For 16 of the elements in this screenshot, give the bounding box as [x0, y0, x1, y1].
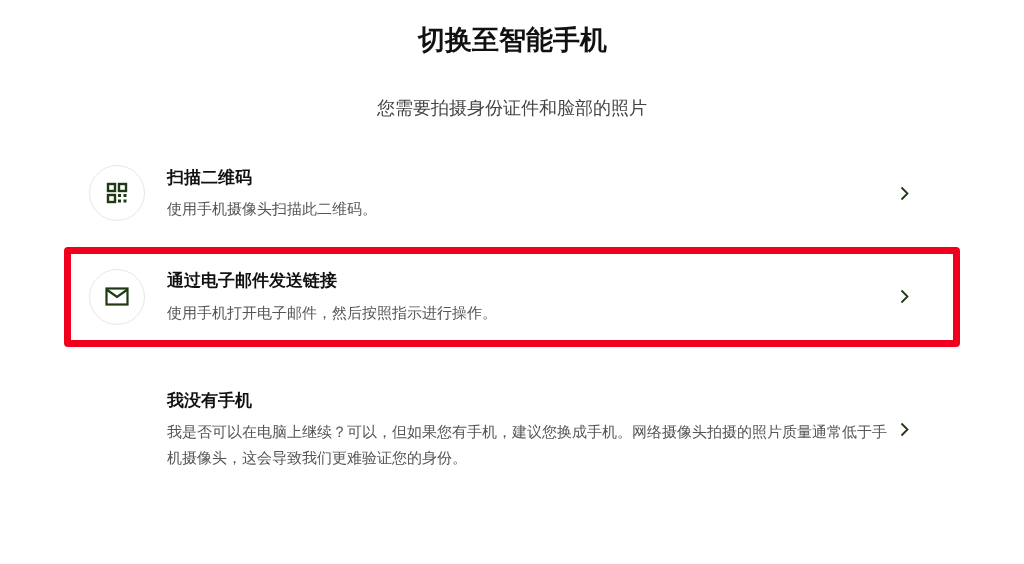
chevron-right-icon [900, 289, 909, 305]
chevron-right-icon [900, 185, 909, 201]
option-title: 扫描二维码 [167, 166, 253, 189]
page-subtitle: 您需要拍摄身份证件和脸部的照片 [377, 96, 647, 120]
option-title: 我没有手机 [167, 389, 253, 412]
chevron-right-icon [900, 421, 909, 437]
option-description: 使用手机摄像头扫描此二维码。 [167, 199, 378, 219]
option-title: 通过电子邮件发送链接 [167, 270, 338, 292]
option-description: 我是否可以在电脑上继续？可以，但如果您有手机，建议您换成手机。网络摄像头拍摄的照片质量通常低于手机摄像头，这会导致我们更难验证您的身份。 [167, 422, 887, 468]
option-description: 使用手机打开电子邮件，然后按照指示进行操作。 [167, 302, 498, 323]
option-row[interactable]: 通过电子邮件发送链接 使用手机打开电子邮件，然后按照指示进行操作。 [64, 247, 960, 347]
envelope-icon [105, 287, 129, 307]
option-row[interactable]: 我没有手机 我是否可以在电脑上继续？可以，但如果您有手机，建议您换成手机。网络摄像头拍摄的照片质量通常低于手机摄像头，这会导致我们更难验证您的身份。 [64, 366, 960, 492]
qr-code-icon [106, 182, 128, 205]
option-row[interactable]: 扫描二维码 使用手机摄像头扫描此二维码。 [64, 143, 960, 243]
page-title: 切换至智能手机 [417, 24, 607, 57]
